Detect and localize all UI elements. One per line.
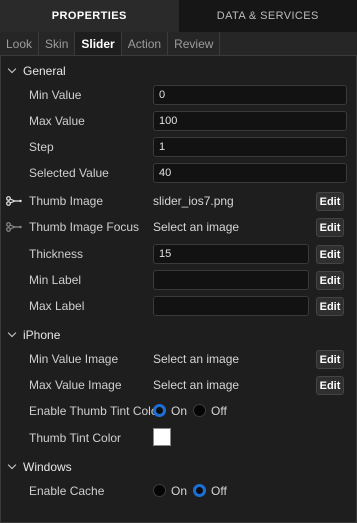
row-selected-value: Selected Value 40 xyxy=(0,160,357,186)
row-max-label: Max Label Edit xyxy=(0,293,357,319)
thumb-image-focus-value: Select an image xyxy=(153,220,240,234)
min-label-input[interactable] xyxy=(153,270,309,290)
field-label: Max Value Image xyxy=(29,378,122,392)
row-thumb-image: Thumb Image slider_ios7.png Edit xyxy=(0,188,357,214)
section-iphone-header[interactable]: iPhone xyxy=(0,324,357,346)
radio-label-on: On xyxy=(171,404,188,418)
link-icon xyxy=(6,222,22,232)
row-enable-thumb-tint: Enable Thumb Tint Color On Off xyxy=(0,398,357,424)
field-label: Max Label xyxy=(29,299,85,313)
field-label: Enable Cache xyxy=(29,484,105,498)
row-enable-cache: Enable Cache On Off xyxy=(0,478,357,504)
cache-off-radio[interactable] xyxy=(193,484,206,497)
max-label-edit-button[interactable]: Edit xyxy=(316,297,344,316)
radio-label-off: Off xyxy=(211,404,227,418)
row-thumb-image-focus: Thumb Image Focus Select an image Edit xyxy=(0,214,357,240)
selected-value-input[interactable]: 40 xyxy=(153,163,347,183)
min-value-image-edit-button[interactable]: Edit xyxy=(316,350,344,369)
thumb-image-focus-edit-button[interactable]: Edit xyxy=(316,218,344,237)
thumb-image-edit-button[interactable]: Edit xyxy=(316,192,344,211)
tab-review[interactable]: Review xyxy=(168,32,221,55)
row-step: Step 1 xyxy=(0,134,357,160)
tab-look[interactable]: Look xyxy=(0,32,40,55)
min-label-edit-button[interactable]: Edit xyxy=(316,271,344,290)
thickness-edit-button[interactable]: Edit xyxy=(316,245,344,264)
field-label: Min Value Image xyxy=(29,352,119,366)
section-general-header[interactable]: General xyxy=(0,60,357,82)
radio-label-on: On xyxy=(171,484,188,498)
section-title: General xyxy=(23,64,66,78)
field-label: Min Label xyxy=(29,273,82,287)
max-label-input[interactable] xyxy=(153,296,309,316)
sub-tab-bar: Look Skin Slider Action Review xyxy=(0,32,357,56)
section-windows-header[interactable]: Windows xyxy=(0,456,357,478)
thumb-tint-on-radio[interactable] xyxy=(153,404,166,417)
field-label: Thumb Image Focus xyxy=(29,220,140,234)
max-value-input[interactable]: 100 xyxy=(153,111,347,131)
field-label: Min Value xyxy=(29,88,82,102)
chevron-down-icon xyxy=(8,67,16,75)
tab-properties[interactable]: PROPERTIES xyxy=(0,0,179,32)
tab-data-services[interactable]: DATA & SERVICES xyxy=(178,0,357,32)
tab-action[interactable]: Action xyxy=(122,32,169,55)
thickness-input[interactable]: 15 xyxy=(153,244,309,264)
row-min-value-image: Min Value Image Select an image Edit xyxy=(0,346,357,372)
step-input[interactable]: 1 xyxy=(153,137,347,157)
row-min-label: Min Label Edit xyxy=(0,267,357,293)
field-label: Selected Value xyxy=(29,166,109,180)
max-value-image-edit-button[interactable]: Edit xyxy=(316,376,344,395)
thumb-image-value: slider_ios7.png xyxy=(153,194,234,208)
row-thumb-tint-color: Thumb Tint Color xyxy=(0,425,357,451)
row-thickness: Thickness 15 Edit xyxy=(0,241,357,267)
thumb-tint-color-swatch[interactable] xyxy=(153,428,171,446)
tab-skin[interactable]: Skin xyxy=(39,32,76,55)
cache-on-radio[interactable] xyxy=(153,484,166,497)
field-label: Max Value xyxy=(29,114,85,128)
min-value-input[interactable]: 0 xyxy=(153,85,347,105)
max-value-image-value: Select an image xyxy=(153,378,240,392)
section-title: iPhone xyxy=(23,328,61,342)
radio-label-off: Off xyxy=(211,484,227,498)
field-label: Step xyxy=(29,140,54,154)
min-value-image-value: Select an image xyxy=(153,352,240,366)
chevron-down-icon xyxy=(8,331,16,339)
field-label: Thickness xyxy=(29,247,84,261)
section-title: Windows xyxy=(23,460,72,474)
row-max-value: Max Value 100 xyxy=(0,108,357,134)
chevron-down-icon xyxy=(8,463,16,471)
tab-slider[interactable]: Slider xyxy=(75,32,122,55)
row-max-value-image: Max Value Image Select an image Edit xyxy=(0,372,357,398)
field-label: Thumb Image xyxy=(29,194,104,208)
link-icon xyxy=(6,196,22,206)
field-label: Enable Thumb Tint Color xyxy=(29,404,162,418)
thumb-tint-off-radio[interactable] xyxy=(193,404,206,417)
top-tab-bar: PROPERTIES DATA & SERVICES xyxy=(0,0,357,32)
row-min-value: Min Value 0 xyxy=(0,82,357,108)
field-label: Thumb Tint Color xyxy=(29,431,122,445)
